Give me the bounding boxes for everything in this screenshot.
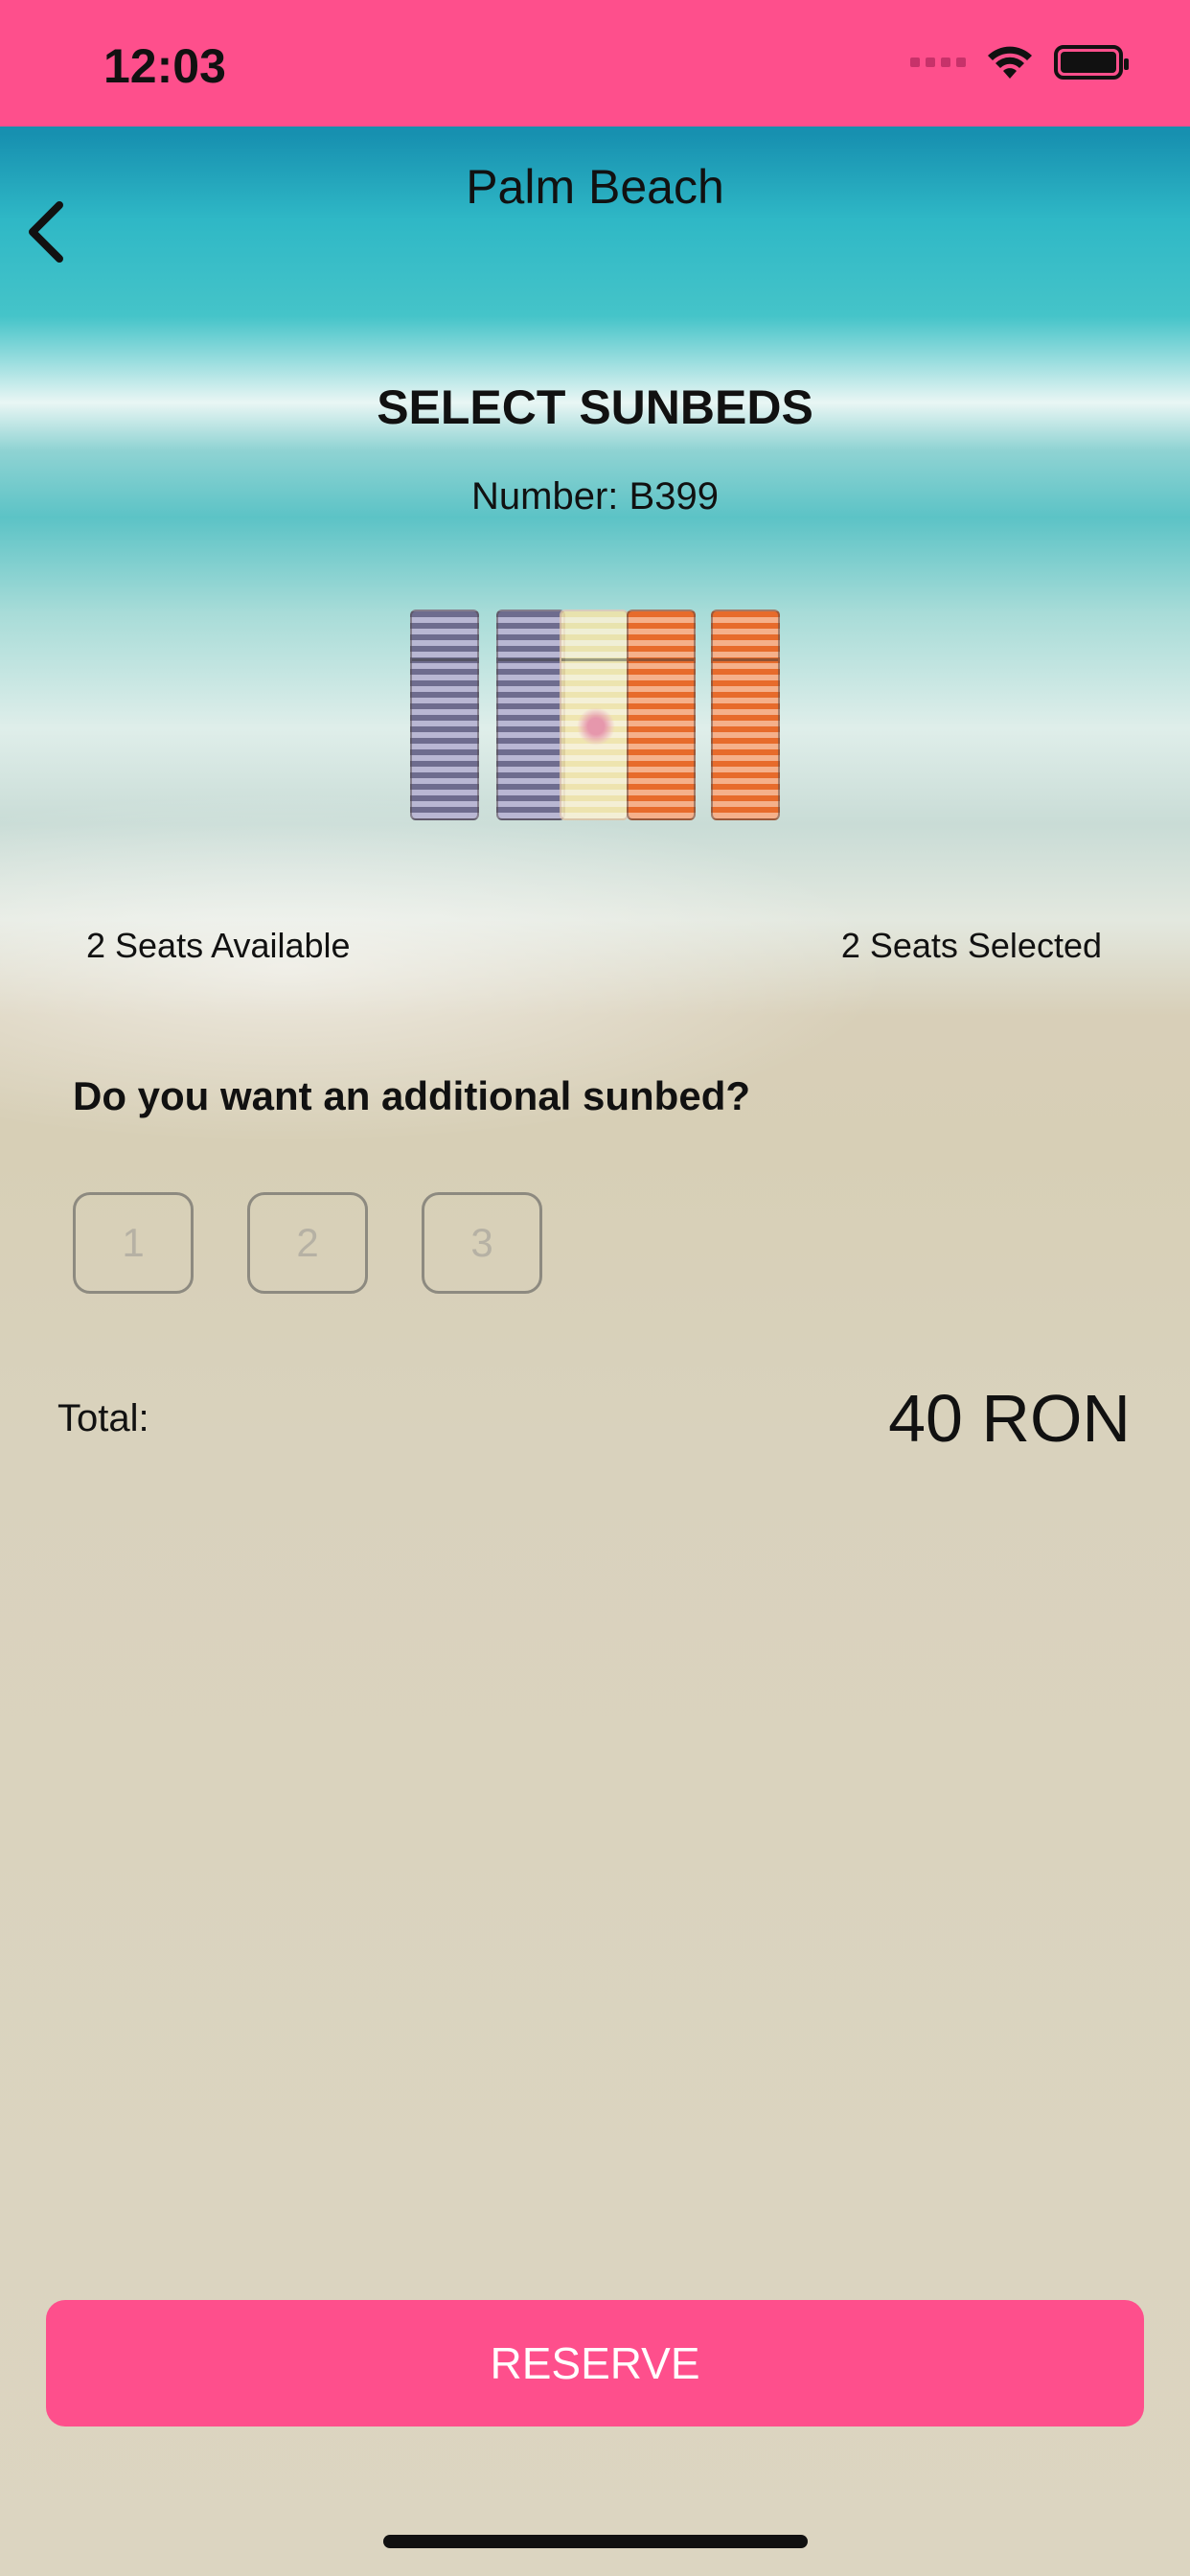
home-indicator: [383, 2535, 808, 2548]
total-label: Total:: [57, 1397, 149, 1439]
wifi-icon: [988, 46, 1032, 79]
umbrella-spot: [560, 610, 629, 820]
signal-dots-icon: [910, 58, 966, 67]
status-time: 12:03: [103, 39, 226, 93]
sunbed-3[interactable]: [627, 610, 696, 820]
option-button-3[interactable]: 3: [422, 1192, 542, 1294]
sunbed-2[interactable]: [496, 610, 565, 820]
sunbed-1[interactable]: [410, 610, 479, 820]
chevron-left-icon[interactable]: [19, 197, 73, 266]
status-icons: [910, 44, 1129, 80]
option-button-1[interactable]: 1: [73, 1192, 194, 1294]
sunbed-4[interactable]: [711, 610, 780, 820]
additional-sunbed-question: Do you want an additional sunbed?: [73, 1073, 751, 1118]
page-title: Palm Beach: [466, 160, 724, 214]
sunbed-number: Number: B399: [471, 475, 719, 518]
battery-icon: [1054, 45, 1129, 80]
seats-available-label: 2 Seats Available: [86, 926, 351, 965]
sunbed-group: [406, 610, 782, 822]
seats-selected-label: 2 Seats Selected: [840, 926, 1102, 965]
section-heading: SELECT SUNBEDS: [377, 380, 813, 434]
status-bar: 12:03: [0, 0, 1190, 126]
option-button-2[interactable]: 2: [247, 1192, 368, 1294]
umbrella-icon: [577, 707, 615, 746]
reserve-button[interactable]: RESERVE: [46, 2300, 1144, 2426]
total-value: 40 RON: [888, 1381, 1131, 1456]
additional-sunbed-options: 1 2 3: [73, 1192, 542, 1294]
